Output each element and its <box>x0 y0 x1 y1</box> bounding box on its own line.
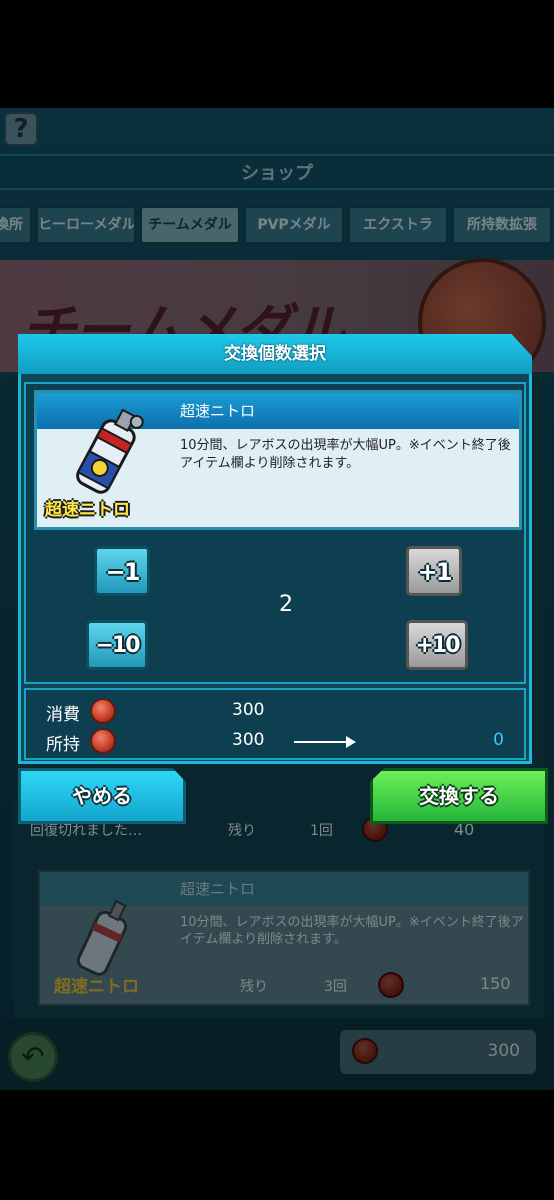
arrow-right-icon <box>294 736 356 748</box>
exchange-quantity-dialog: 交換個数選択 超速ニトロ 10分間、レアボスの出現率が大幅UP。※イベント終了後… <box>18 334 532 764</box>
owned-row: 所持 300 0 <box>26 728 524 756</box>
minus-10-button[interactable]: −10 <box>86 620 148 670</box>
quantity-value: 2 <box>279 592 293 617</box>
consume-value: 300 <box>232 700 265 720</box>
dialog-body: 超速ニトロ 10分間、レアボスの出現率が大幅UP。※イベント終了後アイテム欄より… <box>24 382 526 684</box>
nitro-bottle-icon <box>76 408 144 494</box>
item-card: 超速ニトロ 10分間、レアボスの出現率が大幅UP。※イベント終了後アイテム欄より… <box>34 390 522 530</box>
plus-10-button[interactable]: +10 <box>406 620 468 670</box>
coin-icon <box>90 698 116 724</box>
item-description: 10分間、レアボスの出現率が大幅UP。※イベント終了後アイテム欄より削除されます… <box>180 438 511 471</box>
exchange-button[interactable]: 交換する <box>370 768 548 824</box>
item-label: 超速ニトロ <box>45 500 130 520</box>
consume-label: 消費 <box>46 705 80 725</box>
owned-value: 300 <box>232 730 265 750</box>
plus-1-button[interactable]: +1 <box>406 546 462 596</box>
item-name: 超速ニトロ <box>180 402 256 420</box>
cancel-button[interactable]: やめる <box>18 768 186 824</box>
cost-panel: 消費 300 所持 300 0 <box>24 688 526 760</box>
minus-1-button[interactable]: −1 <box>94 546 150 596</box>
owned-after-value: 0 <box>493 730 504 750</box>
consume-row: 消費 300 <box>26 698 524 726</box>
dialog-title: 交換個数選択 <box>224 344 326 364</box>
coin-icon <box>90 728 116 754</box>
owned-label: 所持 <box>46 735 80 755</box>
